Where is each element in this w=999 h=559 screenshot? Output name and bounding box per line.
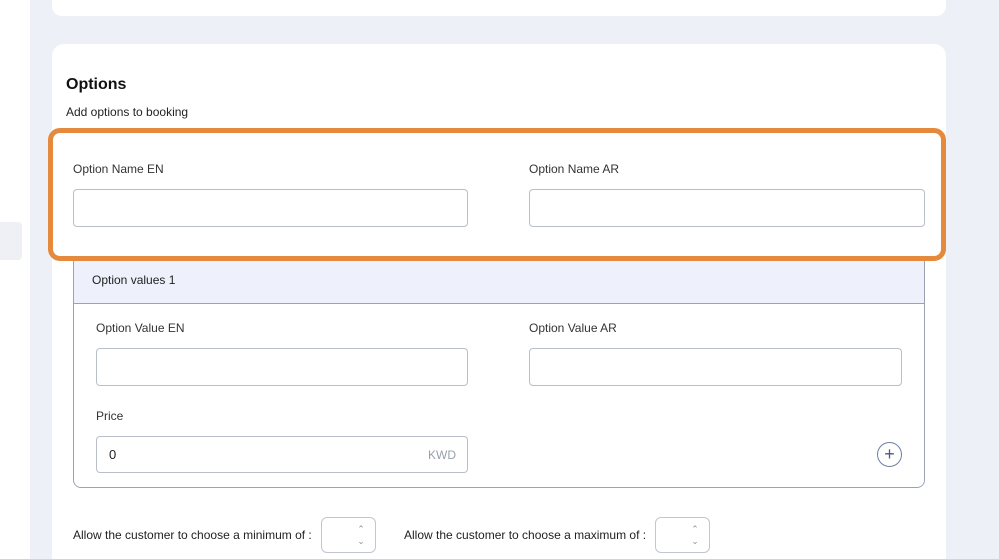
option-name-en-input[interactable] (73, 189, 468, 227)
options-subtitle: Add options to booking (66, 105, 189, 119)
option-values-header-label: Option values 1 (92, 273, 176, 287)
option-value-en-label: Option Value EN (96, 321, 185, 335)
sidebar-column (0, 0, 30, 559)
min-choice-stepper[interactable]: ⌃ ⌄ (321, 517, 376, 553)
add-option-value-button[interactable]: + (877, 442, 902, 467)
option-name-ar-label: Option Name AR (529, 162, 620, 176)
option-name-en-label: Option Name EN (73, 162, 164, 176)
price-input[interactable] (96, 436, 468, 473)
options-title: Options (66, 76, 127, 93)
price-currency-suffix: KWD (428, 448, 456, 462)
option-value-ar-input[interactable] (529, 348, 902, 386)
option-value-ar-label: Option Value AR (529, 321, 617, 335)
previous-section-card (52, 0, 946, 16)
sidebar-tab[interactable] (0, 222, 22, 260)
max-choice-stepper[interactable]: ⌃ ⌄ (655, 517, 710, 553)
price-label: Price (96, 409, 124, 423)
max-choice-label: Allow the customer to choose a maximum o… (404, 528, 647, 542)
option-name-ar-input[interactable] (529, 189, 925, 227)
stepper-arrows-icon[interactable]: ⌃ ⌄ (355, 523, 367, 547)
stepper-arrows-icon[interactable]: ⌃ ⌄ (689, 523, 701, 547)
option-values-header (74, 259, 924, 304)
min-choice-label: Allow the customer to choose a minimum o… (73, 528, 312, 542)
plus-circle-icon: + (884, 444, 895, 464)
option-value-en-input[interactable] (96, 348, 468, 386)
